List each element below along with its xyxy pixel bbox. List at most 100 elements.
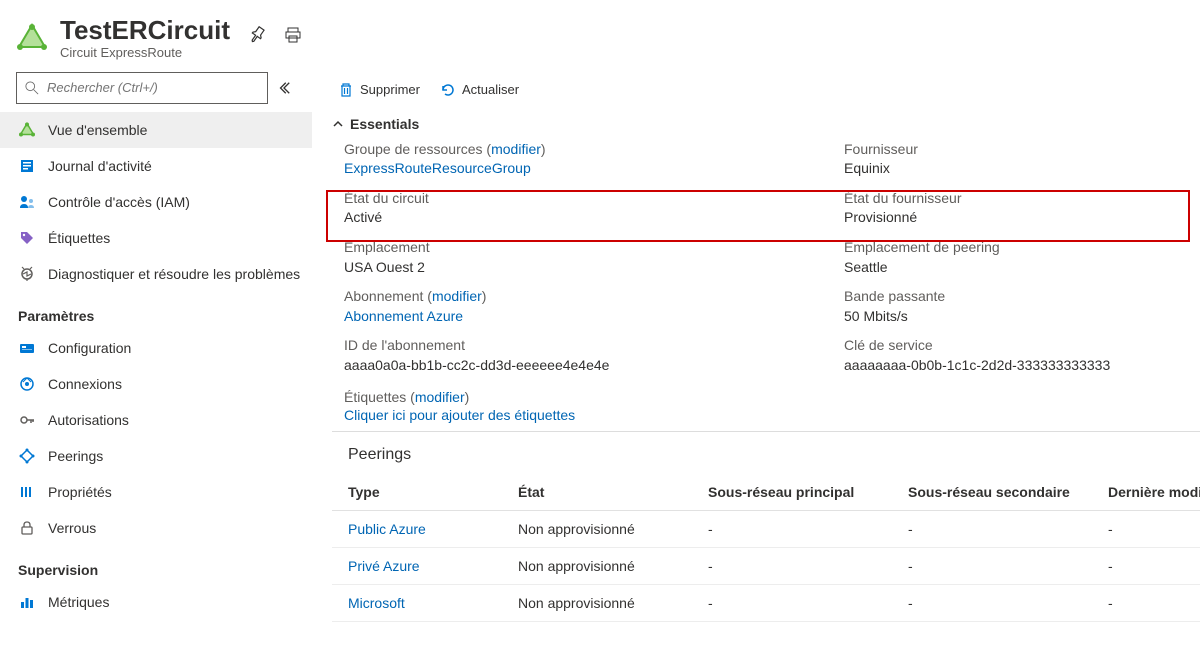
- sidebar-section-supervision: Supervision: [0, 546, 312, 584]
- search-icon: [25, 81, 39, 95]
- iam-icon: [18, 194, 36, 210]
- add-tags-link[interactable]: Cliquer ici pour ajouter des étiquettes: [344, 407, 575, 423]
- provider-state-label: État du fournisseur: [844, 189, 1200, 209]
- sidebar-item-configuration[interactable]: Configuration: [0, 330, 312, 366]
- delete-label: Supprimer: [360, 82, 420, 97]
- resource-group-modify-link[interactable]: modifier: [491, 141, 541, 157]
- collapse-sidebar-button[interactable]: [268, 72, 300, 104]
- sidebar-item-label: Connexions: [48, 376, 122, 392]
- sidebar-item-label: Verrous: [48, 520, 96, 536]
- sidebar-item-properties[interactable]: Propriétés: [0, 474, 312, 510]
- delete-button[interactable]: Supprimer: [332, 78, 426, 102]
- resource-group-label: Groupe de ressources (modifier): [344, 140, 844, 160]
- properties-icon: [18, 484, 36, 500]
- peering-location-label: Emplacement de peering: [844, 238, 1200, 258]
- peering-lastmod: -: [1092, 548, 1200, 585]
- peering-lastmod: -: [1092, 585, 1200, 622]
- pin-icon[interactable]: [248, 26, 266, 44]
- sidebar-item-label: Vue d'ensemble: [48, 122, 147, 138]
- location-label: Emplacement: [344, 238, 844, 258]
- col-lastmod[interactable]: Dernière modifica: [1092, 476, 1200, 511]
- peering-state: Non approvisionné: [502, 511, 692, 548]
- peering-type-link[interactable]: Public Azure: [348, 521, 426, 537]
- col-type[interactable]: Type: [332, 476, 502, 511]
- provider-state-value: Provisionné: [844, 208, 1200, 228]
- search-input[interactable]: [45, 79, 259, 96]
- table-row[interactable]: Microsoft Non approvisionné - - -: [332, 585, 1200, 622]
- diagnose-icon: [18, 266, 36, 282]
- sidebar-item-label: Propriétés: [48, 484, 112, 500]
- sidebar-item-peerings[interactable]: Peerings: [0, 438, 312, 474]
- resource-group-link[interactable]: ExpressRouteResourceGroup: [344, 159, 844, 179]
- sidebar-item-label: Journal d'activité: [48, 158, 152, 174]
- subscription-id-value: aaaa0a0a-bb1b-cc2c-dd3d-eeeeee4e4e4e: [344, 356, 844, 376]
- peering-primary: -: [692, 511, 892, 548]
- peering-type-link[interactable]: Microsoft: [348, 595, 405, 611]
- page-title: TestERCircuit: [60, 16, 230, 45]
- service-key-label: Clé de service: [844, 336, 1200, 356]
- search-input-wrapper[interactable]: [16, 72, 268, 104]
- sidebar-item-label: Configuration: [48, 340, 131, 356]
- sidebar-item-locks[interactable]: Verrous: [0, 510, 312, 546]
- provider-label: Fournisseur: [844, 140, 1200, 160]
- refresh-icon: [440, 82, 456, 98]
- table-row[interactable]: Public Azure Non approvisionné - - -: [332, 511, 1200, 548]
- sidebar-item-label: Diagnostiquer et résoudre les problèmes: [48, 266, 300, 282]
- service-key-value: aaaaaaaa-0b0b-1c1c-2d2d-333333333333: [844, 356, 1200, 376]
- col-secondary[interactable]: Sous-réseau secondaire: [892, 476, 1092, 511]
- subscription-modify-link[interactable]: modifier: [432, 288, 482, 304]
- circuit-state-value: Activé: [344, 208, 844, 228]
- sidebar-item-label: Peerings: [48, 448, 103, 464]
- location-value: USA Ouest 2: [344, 258, 844, 278]
- sidebar-section-settings: Paramètres: [0, 292, 312, 330]
- resource-type-label: Circuit ExpressRoute: [60, 45, 230, 60]
- peering-secondary: -: [892, 548, 1092, 585]
- peering-type-link[interactable]: Privé Azure: [348, 558, 420, 574]
- activity-log-icon: [18, 158, 36, 174]
- circuit-state-label: État du circuit: [344, 189, 844, 209]
- print-icon[interactable]: [284, 26, 302, 44]
- subscription-link[interactable]: Abonnement Azure: [344, 307, 844, 327]
- col-primary[interactable]: Sous-réseau principal: [692, 476, 892, 511]
- sidebar-item-connections[interactable]: Connexions: [0, 366, 312, 402]
- subscription-label: Abonnement (modifier): [344, 287, 844, 307]
- col-state[interactable]: État: [502, 476, 692, 511]
- sidebar-item-label: Étiquettes: [48, 230, 110, 246]
- tag-icon: [18, 230, 36, 246]
- refresh-label: Actualiser: [462, 82, 519, 97]
- auth-icon: [18, 412, 36, 428]
- peering-primary: -: [692, 585, 892, 622]
- sidebar-item-tags[interactable]: Étiquettes: [0, 220, 312, 256]
- sidebar-item-label: Contrôle d'accès (IAM): [48, 194, 190, 210]
- trash-icon: [338, 82, 354, 98]
- peering-lastmod: -: [1092, 511, 1200, 548]
- tags-modify-link[interactable]: modifier: [415, 389, 465, 405]
- sidebar-item-activity-log[interactable]: Journal d'activité: [0, 148, 312, 184]
- peerings-icon: [18, 448, 36, 464]
- chevron-up-icon: [332, 118, 344, 130]
- peering-primary: -: [692, 548, 892, 585]
- sidebar-item-authorizations[interactable]: Autorisations: [0, 402, 312, 438]
- peering-state: Non approvisionné: [502, 585, 692, 622]
- peering-secondary: -: [892, 585, 1092, 622]
- essentials-toggle[interactable]: Essentials: [332, 112, 1200, 140]
- bandwidth-value: 50 Mbits/s: [844, 307, 1200, 327]
- lock-icon: [18, 520, 36, 536]
- sidebar-item-diagnose[interactable]: Diagnostiquer et résoudre les problèmes: [0, 256, 312, 292]
- bandwidth-label: Bande passante: [844, 287, 1200, 307]
- connections-icon: [18, 376, 36, 392]
- refresh-button[interactable]: Actualiser: [434, 78, 525, 102]
- tags-label: Étiquettes (modifier): [344, 389, 469, 405]
- peering-state: Non approvisionné: [502, 548, 692, 585]
- sidebar-item-overview[interactable]: Vue d'ensemble: [0, 112, 312, 148]
- sidebar-item-metrics[interactable]: Métriques: [0, 584, 312, 620]
- expressroute-icon: [16, 22, 48, 54]
- peering-location-value: Seattle: [844, 258, 1200, 278]
- subscription-id-label: ID de l'abonnement: [344, 336, 844, 356]
- sidebar-item-iam[interactable]: Contrôle d'accès (IAM): [0, 184, 312, 220]
- sidebar-item-label: Autorisations: [48, 412, 129, 428]
- peerings-table: Type État Sous-réseau principal Sous-rés…: [332, 476, 1200, 622]
- essentials-title: Essentials: [350, 116, 419, 132]
- metrics-icon: [18, 594, 36, 610]
- table-row[interactable]: Privé Azure Non approvisionné - - -: [332, 548, 1200, 585]
